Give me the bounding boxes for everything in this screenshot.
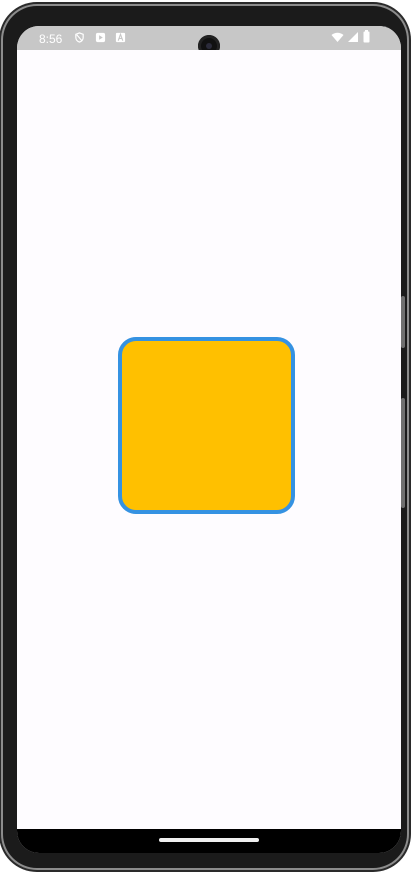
home-gesture-handle[interactable] <box>159 838 259 842</box>
status-bar: 8:56 <box>17 26 401 57</box>
signal-icon <box>348 32 358 42</box>
app-content <box>17 50 401 829</box>
battery-icon <box>363 30 370 43</box>
shield-icon <box>75 32 84 43</box>
play-store-icon <box>95 32 106 43</box>
power-button <box>401 296 405 348</box>
wifi-icon <box>331 32 344 42</box>
phone-frame: 8:56 <box>3 6 407 868</box>
yellow-square[interactable] <box>118 337 295 514</box>
status-time: 8:56 <box>39 32 63 46</box>
a-letter-icon <box>115 32 126 43</box>
navigation-bar <box>17 829 401 853</box>
volume-button <box>401 398 405 508</box>
phone-screen: 8:56 <box>17 26 401 853</box>
